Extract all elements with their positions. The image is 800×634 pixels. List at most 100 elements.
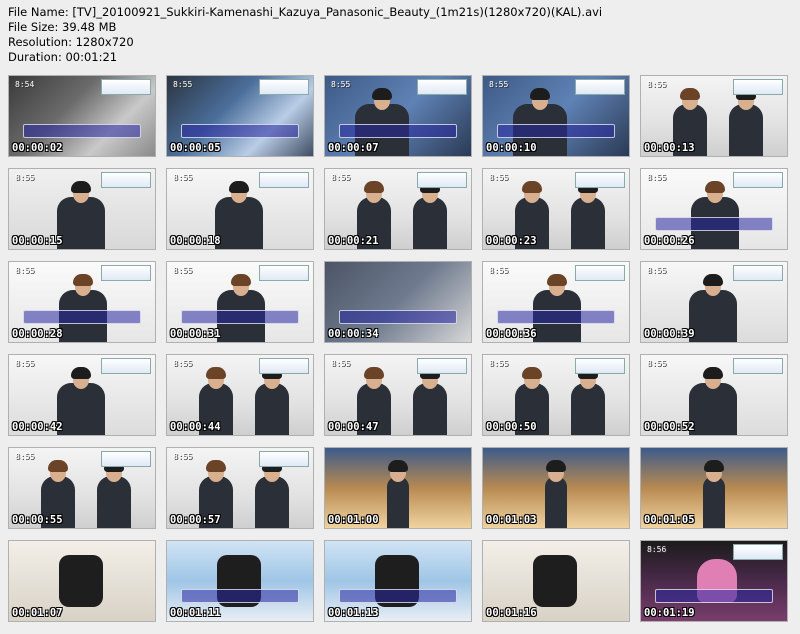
thumbnail-timestamp: 00:00:23 — [486, 235, 537, 247]
video-thumbnail[interactable]: 8:55 00:00:47 — [324, 354, 472, 436]
thumbnail-timestamp: 00:00:52 — [644, 421, 695, 433]
shaver-product — [533, 555, 577, 607]
person-hair — [546, 460, 566, 472]
video-thumbnail[interactable]: 8:55 00:00:50 — [482, 354, 630, 436]
person-hair — [703, 274, 723, 286]
file-info: File Name: [TV]_20100921_Sukkiri-Kamenas… — [8, 5, 602, 65]
subtitle-caption — [655, 589, 773, 603]
person-hair — [388, 460, 408, 472]
thumbnail-timestamp: 00:00:02 — [12, 142, 63, 154]
person-silhouette — [703, 476, 725, 528]
video-thumbnail[interactable]: 8:55 00:00:18 — [166, 168, 314, 250]
subtitle-caption — [23, 124, 141, 138]
person-silhouette — [413, 383, 447, 435]
resolution: Resolution: 1280x720 — [8, 35, 134, 49]
video-thumbnail[interactable]: 8:55 00:00:44 — [166, 354, 314, 436]
person-hair — [704, 460, 724, 472]
thumbnail-timestamp: 00:00:10 — [486, 142, 537, 154]
person-silhouette — [387, 476, 409, 528]
thumbnail-timestamp: 00:01:16 — [486, 607, 537, 619]
video-thumbnail[interactable]: 00:01:07 — [8, 540, 156, 622]
video-thumbnail[interactable]: 8:56 00:01:19 — [640, 540, 788, 622]
subtitle-caption — [339, 589, 457, 603]
broadcast-clock: 8:55 — [173, 359, 193, 368]
broadcast-clock: 8:55 — [647, 173, 667, 182]
broadcast-clock: 8:55 — [15, 359, 35, 368]
broadcast-clock: 8:55 — [331, 359, 351, 368]
person-hair — [522, 367, 542, 379]
tv-banner — [733, 265, 783, 281]
video-thumbnail[interactable]: 00:01:05 — [640, 447, 788, 529]
subtitle-caption — [23, 310, 141, 324]
person-silhouette — [729, 104, 763, 156]
video-thumbnail[interactable]: 8:55 00:00:10 — [482, 75, 630, 157]
tv-banner — [417, 172, 467, 188]
person-silhouette — [215, 197, 263, 249]
subtitle-caption — [181, 124, 299, 138]
video-thumbnail[interactable]: 8:55 00:00:05 — [166, 75, 314, 157]
person-hair — [73, 274, 93, 286]
broadcast-clock: 8:55 — [489, 80, 509, 89]
tv-banner — [575, 358, 625, 374]
tv-banner — [575, 172, 625, 188]
person-silhouette — [689, 383, 737, 435]
thumbnail-timestamp: 00:00:55 — [12, 514, 63, 526]
person-hair — [547, 274, 567, 286]
video-thumbnail[interactable]: 8:55 00:00:36 — [482, 261, 630, 343]
person-hair — [364, 181, 384, 193]
video-thumbnail[interactable]: 8:55 00:00:15 — [8, 168, 156, 250]
video-thumbnail[interactable]: 8:55 00:00:57 — [166, 447, 314, 529]
thumbnail-timestamp: 00:01:03 — [486, 514, 537, 526]
video-thumbnail[interactable]: 00:01:16 — [482, 540, 630, 622]
video-thumbnail[interactable]: 8:55 00:00:42 — [8, 354, 156, 436]
person-silhouette — [571, 383, 605, 435]
video-thumbnail[interactable]: 00:01:11 — [166, 540, 314, 622]
thumbnail-timestamp: 00:00:57 — [170, 514, 221, 526]
video-thumbnail[interactable]: 00:00:34 — [324, 261, 472, 343]
broadcast-clock: 8:54 — [15, 80, 35, 89]
person-hair — [703, 367, 723, 379]
video-thumbnail[interactable]: 8:54 00:00:02 — [8, 75, 156, 157]
video-thumbnail[interactable]: 8:55 00:00:28 — [8, 261, 156, 343]
person-hair — [48, 460, 68, 472]
person-silhouette — [689, 290, 737, 342]
person-hair — [206, 460, 226, 472]
person-hair — [206, 367, 226, 379]
subtitle-caption — [339, 310, 457, 324]
person-hair — [71, 367, 91, 379]
video-thumbnail[interactable]: 8:55 00:00:23 — [482, 168, 630, 250]
person-silhouette — [571, 197, 605, 249]
video-thumbnail[interactable]: 8:55 00:00:39 — [640, 261, 788, 343]
shaver-product — [59, 555, 103, 607]
thumbnail-timestamp: 00:00:21 — [328, 235, 379, 247]
tv-banner — [575, 79, 625, 95]
video-thumbnail[interactable]: 8:55 00:00:55 — [8, 447, 156, 529]
tv-banner — [417, 79, 467, 95]
subtitle-caption — [497, 310, 615, 324]
thumbnail-timestamp: 00:00:44 — [170, 421, 221, 433]
tv-banner — [101, 451, 151, 467]
tv-banner — [733, 172, 783, 188]
video-thumbnail[interactable]: 8:55 00:00:52 — [640, 354, 788, 436]
video-thumbnail[interactable]: 8:55 00:00:07 — [324, 75, 472, 157]
video-thumbnail[interactable]: 8:55 00:00:13 — [640, 75, 788, 157]
video-thumbnail[interactable]: 00:01:00 — [324, 447, 472, 529]
broadcast-clock: 8:55 — [331, 173, 351, 182]
thumbnail-timestamp: 00:00:15 — [12, 235, 63, 247]
video-thumbnail[interactable]: 00:01:13 — [324, 540, 472, 622]
thumbnail-timestamp: 00:00:07 — [328, 142, 379, 154]
video-thumbnail[interactable]: 8:55 00:00:26 — [640, 168, 788, 250]
person-silhouette — [57, 383, 105, 435]
tv-banner — [259, 265, 309, 281]
file-name: File Name: [TV]_20100921_Sukkiri-Kamenas… — [8, 5, 603, 19]
thumbnail-timestamp: 00:01:11 — [170, 607, 221, 619]
person-hair — [364, 367, 384, 379]
tv-banner — [101, 358, 151, 374]
thumbnail-timestamp: 00:01:05 — [644, 514, 695, 526]
subtitle-caption — [339, 124, 457, 138]
broadcast-clock: 8:55 — [15, 266, 35, 275]
video-thumbnail[interactable]: 8:55 00:00:31 — [166, 261, 314, 343]
person-silhouette — [255, 383, 289, 435]
video-thumbnail[interactable]: 00:01:03 — [482, 447, 630, 529]
video-thumbnail[interactable]: 8:55 00:00:21 — [324, 168, 472, 250]
